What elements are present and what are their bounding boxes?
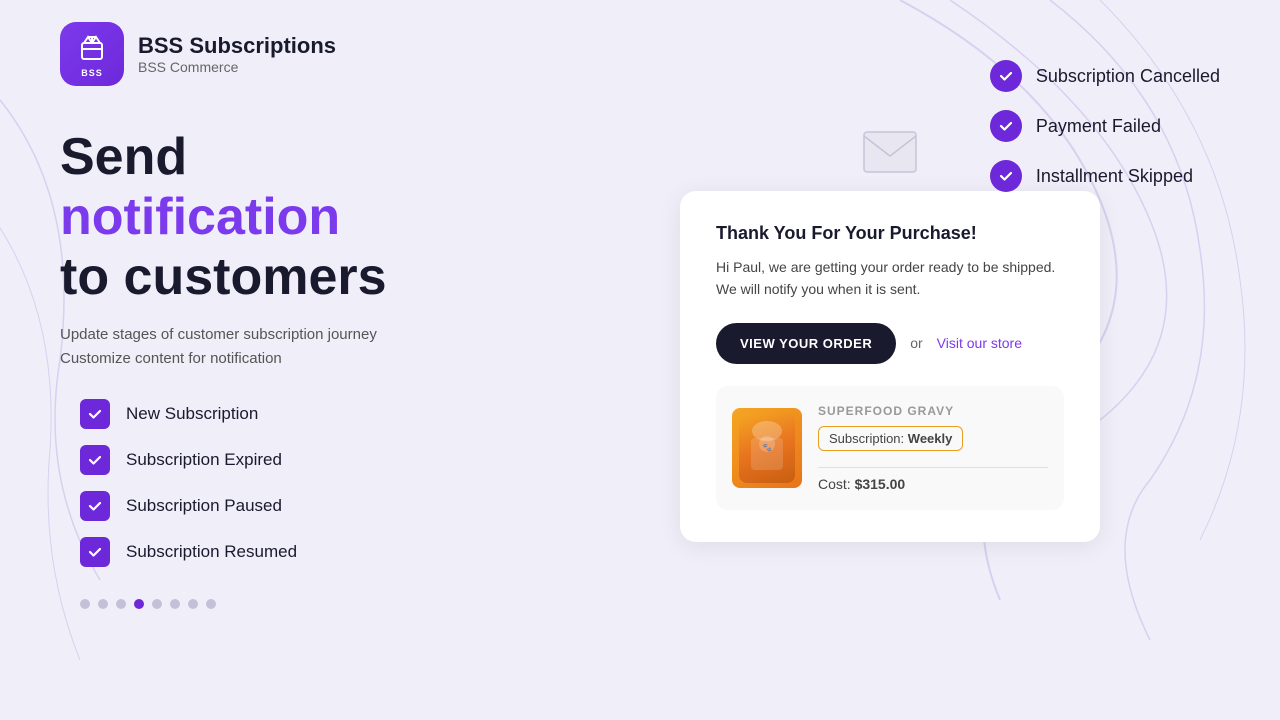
- view-order-button[interactable]: VIEW YOUR ORDER: [716, 323, 896, 364]
- check-item-subscription-resumed: Subscription Resumed: [80, 537, 520, 567]
- check-icon: [998, 118, 1014, 134]
- product-name: SUPERFOOD GRAVY: [818, 404, 1048, 418]
- notif-label-cancelled: Subscription Cancelled: [1036, 66, 1220, 87]
- notif-item-cancelled: Subscription Cancelled: [990, 60, 1220, 92]
- dot-7[interactable]: [206, 599, 216, 609]
- check-label-1: Subscription Expired: [126, 450, 282, 470]
- check-item-subscription-expired: Subscription Expired: [80, 445, 520, 475]
- top-notifications: Subscription Cancelled Payment Failed In…: [990, 60, 1220, 192]
- check-item-subscription-paused: Subscription Paused: [80, 491, 520, 521]
- dot-3[interactable]: [134, 599, 144, 609]
- hero-line2: notification: [60, 188, 520, 248]
- email-actions: VIEW YOUR ORDER or Visit our store: [716, 323, 1064, 364]
- dot-1[interactable]: [98, 599, 108, 609]
- subtitle-line2: Customize content for notification: [60, 347, 520, 371]
- check-box: [80, 491, 110, 521]
- product-card: 🐾 SUPERFOOD GRAVY Subscription: Weekly C…: [716, 386, 1064, 510]
- check-item-new-subscription: New Subscription: [80, 399, 520, 429]
- visit-store-link[interactable]: Visit our store: [937, 335, 1022, 351]
- email-body: Hi Paul, we are getting your order ready…: [716, 256, 1064, 301]
- badge-value: Weekly: [908, 431, 953, 446]
- product-bag-image: 🐾: [739, 413, 795, 483]
- notif-check-payment: [990, 110, 1022, 142]
- right-panel: Thank You For Your Purchase! Hi Paul, we…: [560, 128, 1220, 609]
- check-icon: [87, 406, 103, 422]
- main-content: Send notification to customers Update st…: [0, 128, 1280, 609]
- check-icon: [87, 498, 103, 514]
- brand-text: BSS Subscriptions BSS Commerce: [138, 33, 336, 75]
- subtitle-line1: Update stages of customer subscription j…: [60, 323, 520, 347]
- hero-line1: Send: [60, 128, 520, 188]
- check-label-0: New Subscription: [126, 404, 258, 424]
- brand-name: BSS Subscriptions: [138, 33, 336, 59]
- email-envelope-icon: [860, 128, 920, 181]
- check-icon: [998, 168, 1014, 184]
- notif-item-installment: Installment Skipped: [990, 160, 1220, 192]
- left-panel: Send notification to customers Update st…: [60, 128, 520, 609]
- check-icon: [87, 452, 103, 468]
- or-text: or: [910, 335, 922, 351]
- product-subscription-badge: Subscription: Weekly: [818, 426, 963, 451]
- dot-2[interactable]: [116, 599, 126, 609]
- check-box: [80, 445, 110, 475]
- dot-4[interactable]: [152, 599, 162, 609]
- hero-subtitle: Update stages of customer subscription j…: [60, 323, 520, 371]
- check-icon: [998, 68, 1014, 84]
- notif-label-installment: Installment Skipped: [1036, 166, 1193, 187]
- check-icon: [87, 544, 103, 560]
- email-title: Thank You For Your Purchase!: [716, 223, 1064, 244]
- notif-item-payment: Payment Failed: [990, 110, 1220, 142]
- carousel-dots: [80, 599, 520, 609]
- dot-0[interactable]: [80, 599, 90, 609]
- cost-value: $315.00: [855, 476, 906, 492]
- checklist: New Subscription Subscription Expired: [80, 399, 520, 567]
- product-cost: Cost: $315.00: [818, 476, 1048, 492]
- check-label-3: Subscription Resumed: [126, 542, 297, 562]
- notif-label-payment: Payment Failed: [1036, 116, 1161, 137]
- logo-box: BSS: [60, 22, 124, 86]
- check-label-2: Subscription Paused: [126, 496, 282, 516]
- hero-line3: to customers: [60, 248, 520, 308]
- email-card: Thank You For Your Purchase! Hi Paul, we…: [680, 191, 1100, 542]
- cost-prefix: Cost:: [818, 476, 851, 492]
- notif-check-cancelled: [990, 60, 1022, 92]
- product-image: 🐾: [732, 408, 802, 488]
- check-box: [80, 399, 110, 429]
- logo-icon: [74, 31, 110, 67]
- dot-6[interactable]: [188, 599, 198, 609]
- brand-sub: BSS Commerce: [138, 59, 336, 75]
- notif-check-installment: [990, 160, 1022, 192]
- dot-5[interactable]: [170, 599, 180, 609]
- check-box: [80, 537, 110, 567]
- badge-prefix: Subscription:: [829, 431, 904, 446]
- product-info: SUPERFOOD GRAVY Subscription: Weekly Cos…: [818, 404, 1048, 492]
- product-divider: [818, 467, 1048, 468]
- svg-text:🐾: 🐾: [762, 443, 772, 452]
- hero-title: Send notification to customers: [60, 128, 520, 307]
- logo-text: BSS: [81, 68, 103, 78]
